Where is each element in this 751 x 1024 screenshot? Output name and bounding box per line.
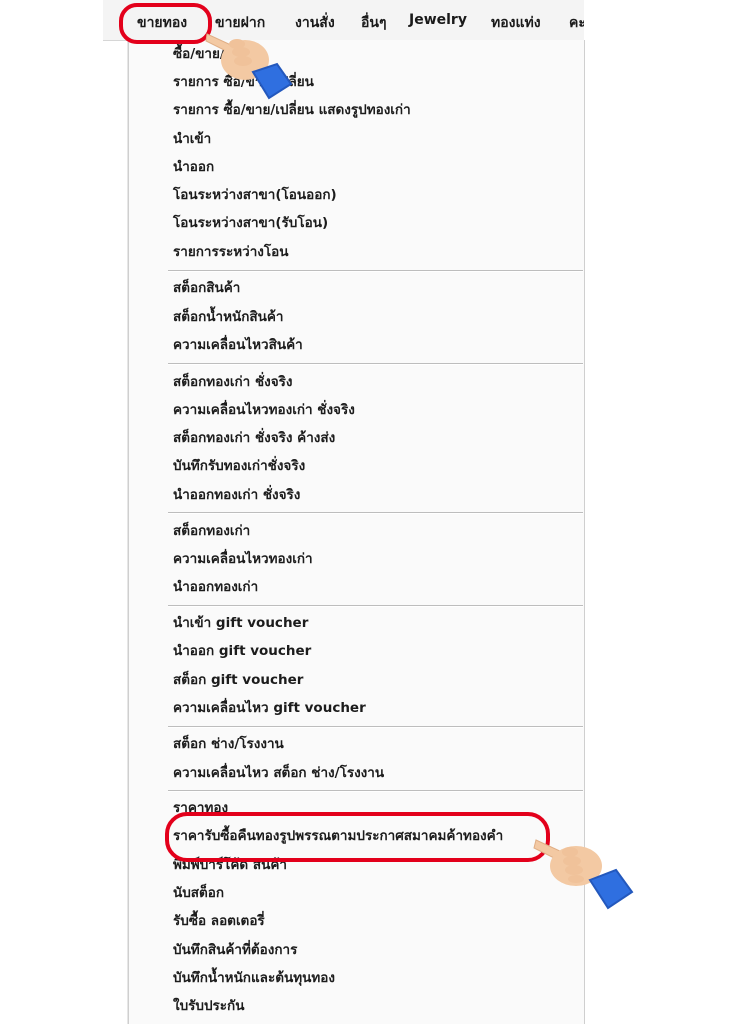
menubar-item-orders[interactable]: งานสั่ง xyxy=(295,12,335,34)
menubar-item-jewelry[interactable]: Jewelry xyxy=(409,12,467,28)
menu-item-transfer-out[interactable]: โอนระหว่างสาขา(โอนออก) xyxy=(173,186,337,204)
menu-item-transfer-in[interactable]: โอนระหว่างสาขา(รับโอน) xyxy=(173,214,328,232)
pointing-hand-icon xyxy=(203,20,293,100)
menu-item-old-gold-stock[interactable]: สต็อกทองเก่า xyxy=(173,522,250,540)
highlight-menubar-sell-gold xyxy=(119,3,212,44)
menu-item-import[interactable]: นำเข้า xyxy=(173,130,211,148)
menu-item-old-gold-receive[interactable]: บันทึกรับทองเก่าชั่งจริง xyxy=(173,457,305,475)
menubar-item-gold-bar[interactable]: ทองแท่ง xyxy=(491,12,541,34)
menu-separator xyxy=(168,726,583,728)
menu-item-old-gold-stock-weighed[interactable]: สต็อกทองเก่า ชั่งจริง xyxy=(173,373,292,391)
menu-separator xyxy=(168,790,583,792)
pointing-hand-icon xyxy=(532,830,637,920)
menu-separator xyxy=(168,270,583,272)
menu-separator xyxy=(168,512,583,514)
menu-item-voucher-stock[interactable]: สต็อก gift voucher xyxy=(173,671,303,689)
menu-item-stock-weight[interactable]: สต็อกน้ำหนักสินค้า xyxy=(173,308,283,326)
menu-item-voucher-export[interactable]: นำออก gift voucher xyxy=(173,642,311,660)
menu-item-stock[interactable]: สต็อกสินค้า xyxy=(173,279,240,297)
menu-item-warranty[interactable]: ใบรับประกัน xyxy=(173,997,244,1015)
menubar-item-others[interactable]: อื่นๆ xyxy=(361,12,387,34)
menu-item-voucher-movement[interactable]: ความเคลื่อนไหว gift voucher xyxy=(173,699,366,717)
menu-item-workshop-stock[interactable]: สต็อก ช่าง/โรงงาน xyxy=(173,735,284,753)
menu-item-voucher-import[interactable]: นำเข้า gift voucher xyxy=(173,614,308,632)
menu-item-lottery-buy[interactable]: รับซื้อ ลอตเตอรี่ xyxy=(173,912,265,930)
menu-item-old-gold-export[interactable]: นำออกทองเก่า xyxy=(173,578,258,596)
menu-item-export[interactable]: นำออก xyxy=(173,158,214,176)
menu-item-in-transit[interactable]: รายการระหว่างโอน xyxy=(173,243,289,261)
menu-item-old-gold-movement-weighed[interactable]: ความเคลื่อนไหวทองเก่า ชั่งจริง xyxy=(173,401,355,419)
menu-separator xyxy=(168,605,583,607)
menu-item-workshop-movement[interactable]: ความเคลื่อนไหว สต็อก ช่าง/โรงงาน xyxy=(173,764,384,782)
dropdown-menu: ซื้อ/ขาย/เปลี่ยน รายการ ซื้อ/ขาย/เปลี่ยน… xyxy=(128,40,585,1024)
menu-item-old-gold-movement[interactable]: ความเคลื่อนไหวทองเก่า xyxy=(173,550,313,568)
highlight-buyback-price xyxy=(165,812,550,862)
menu-item-stock-count[interactable]: นับสต็อก xyxy=(173,884,224,902)
menu-separator xyxy=(168,363,583,365)
menubar-item-more[interactable]: คะ xyxy=(569,12,584,34)
menu-item-old-gold-export-weighed[interactable]: นำออกทองเก่า ชั่งจริง xyxy=(173,486,300,504)
menu-item-weight-cost[interactable]: บันทึกน้ำหนักและต้นทุนทอง xyxy=(173,969,335,987)
menu-item-wanted-items[interactable]: บันทึกสินค้าที่ต้องการ xyxy=(173,941,297,959)
menu-item-stock-movement[interactable]: ความเคลื่อนไหวสินค้า xyxy=(173,336,303,354)
menu-item-old-gold-stock-pending[interactable]: สต็อกทองเก่า ชั่งจริง ค้างส่ง xyxy=(173,429,335,447)
